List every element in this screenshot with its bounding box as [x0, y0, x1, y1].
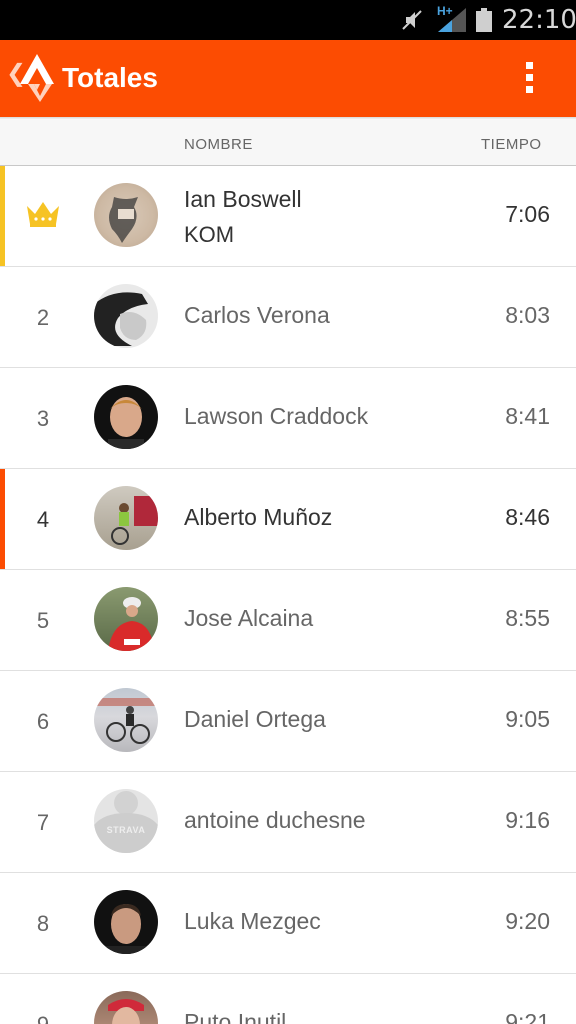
- athlete-rank: 2: [36, 305, 50, 330]
- avatar: [94, 688, 158, 752]
- app-bar: ❮ Totales: [0, 40, 576, 117]
- athlete-time: 7:06: [505, 201, 550, 227]
- athlete-name: Alberto Muñoz: [184, 504, 333, 530]
- status-clock: 22:10: [502, 5, 576, 35]
- athlete-name: Ian Boswell: [184, 186, 302, 212]
- current-athlete-highlight-bar: [0, 469, 5, 569]
- signal-icon: [438, 8, 466, 32]
- leaderboard-list: Ian Boswell KOM 7:06 2 Carlos Verona 8:0…: [0, 166, 576, 1024]
- leaderboard-row[interactable]: 4 Alberto Muñoz 8:46: [0, 469, 576, 570]
- avatar: [94, 385, 158, 449]
- mute-icon: [402, 10, 422, 30]
- crown-icon: [27, 202, 59, 227]
- athlete-rank: 9: [23, 1012, 63, 1024]
- default-avatar: STRAVA: [94, 789, 158, 853]
- leaderboard-row[interactable]: 9 Puto Inutil 9:21: [0, 974, 576, 1024]
- default-avatar-label: STRAVA: [106, 825, 146, 835]
- athlete-name: Jose Alcaina: [184, 605, 314, 631]
- column-header: NOMBRE TIEMPO: [0, 120, 576, 166]
- avatar: [94, 587, 158, 651]
- athlete-name: Lawson Craddock: [184, 403, 369, 429]
- column-time-header: TIEMPO: [481, 136, 542, 153]
- column-name-header: NOMBRE: [184, 136, 253, 153]
- athlete-time: 8:03: [505, 302, 550, 328]
- athlete-time: 9:21: [505, 1009, 550, 1024]
- leaderboard-row[interactable]: 5 Jose Alcaina 8:55: [0, 570, 576, 671]
- athlete-name: Carlos Verona: [184, 302, 330, 328]
- athlete-time: 8:55: [505, 605, 550, 631]
- athlete-name: Puto Inutil: [184, 1009, 287, 1024]
- athlete-rank: 6: [36, 709, 50, 734]
- athlete-time: 9:20: [505, 908, 550, 934]
- kom-label: KOM: [184, 222, 235, 247]
- leaderboard-row[interactable]: 7 STRAVA antoine duchesne 9:16: [0, 772, 576, 873]
- battery-icon: [476, 8, 492, 32]
- avatar: [94, 991, 158, 1024]
- avatar: [94, 890, 158, 954]
- athlete-name: antoine duchesne: [184, 807, 366, 833]
- page-title: Totales: [62, 62, 158, 93]
- avatar: [94, 284, 158, 348]
- athlete-time: 9:16: [505, 807, 550, 833]
- leaderboard-row[interactable]: 3 Lawson Craddock 8:41: [0, 368, 576, 469]
- avatar: [94, 183, 158, 247]
- athlete-rank: 7: [36, 810, 50, 835]
- strava-logo-icon[interactable]: [20, 54, 54, 102]
- leaderboard-row[interactable]: 2 Carlos Verona 8:03: [0, 267, 576, 368]
- athlete-rank: 8: [36, 911, 50, 936]
- leaderboard-row[interactable]: Ian Boswell KOM 7:06: [0, 166, 576, 267]
- athlete-name: Luka Mezgec: [184, 908, 321, 934]
- athlete-name: Daniel Ortega: [184, 706, 326, 732]
- avatar: [94, 486, 158, 550]
- athlete-time: 9:05: [505, 706, 550, 732]
- kom-highlight-bar: [0, 166, 5, 266]
- athlete-rank: 3: [36, 406, 50, 431]
- status-bar: H+ 22:10: [0, 0, 576, 40]
- athlete-rank: 4: [36, 507, 50, 532]
- athlete-time: 8:41: [505, 403, 550, 429]
- athlete-rank: 5: [36, 608, 50, 633]
- athlete-time: 8:46: [505, 504, 550, 530]
- leaderboard-row[interactable]: 6 Daniel Ortega 9:05: [0, 671, 576, 772]
- leaderboard-row[interactable]: 8 Luka Mezgec 9:20: [0, 873, 576, 974]
- overflow-menu-icon[interactable]: [526, 62, 536, 96]
